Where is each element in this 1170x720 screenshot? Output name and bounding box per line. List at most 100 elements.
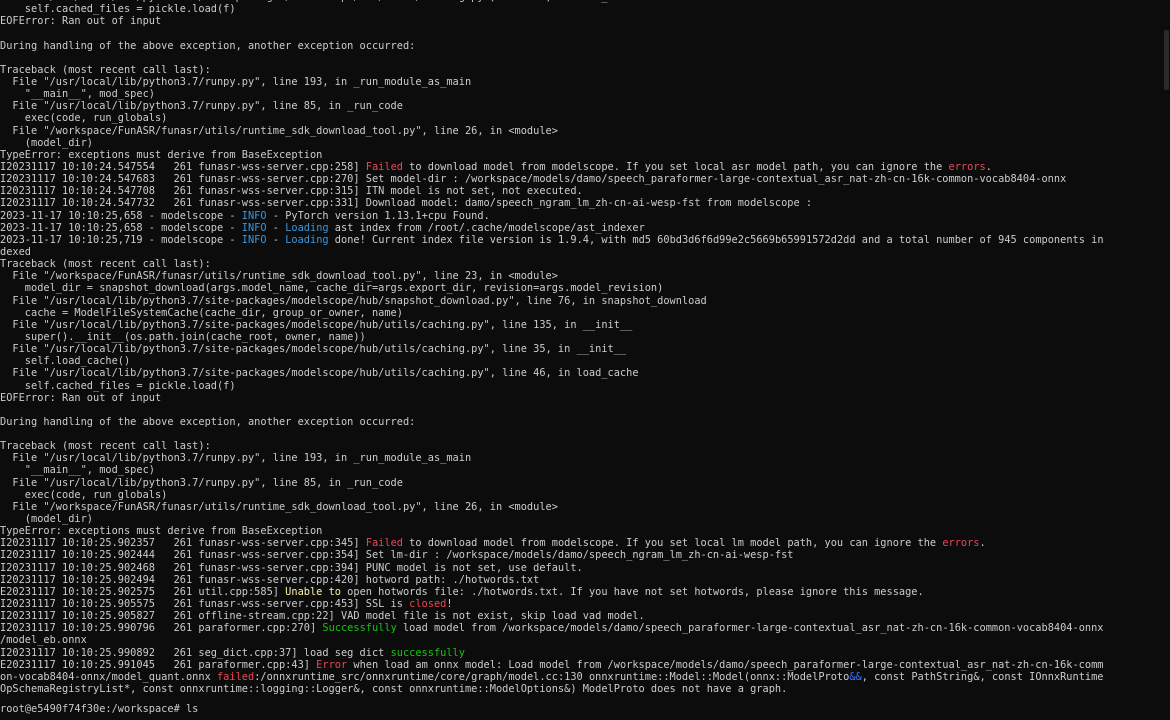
output-text: super().__init__(os.path.join(cache_root… [0,330,366,343]
output-text: I20231117 10:10:24.547683 261 funasr-wss… [0,173,1067,186]
terminal-line: 2023-11-17 10:10:25,719 - modelscope - I… [0,234,1163,246]
terminal-line: E20231117 10:10:25.991045 261 paraformer… [0,659,1163,671]
terminal-line: File "/usr/local/lib/python3.7/runpy.py"… [0,76,1163,88]
terminal-line: I20231117 10:10:25.902357 261 funasr-wss… [0,537,1163,549]
terminal-line: I20231117 10:10:25.905575 261 funasr-wss… [0,598,1163,610]
output-text: File "/usr/local/lib/python3.7/site-pack… [0,343,627,356]
terminal-line: 2023-11-17 10:10:25,658 - modelscope - I… [0,210,1163,222]
output-text: ! [446,598,453,611]
output-text: I20231117 10:10:25.902468 261 funasr-wss… [0,561,583,574]
terminal-line: dexed [0,246,1163,258]
output-text: to download model from modelscope. If yo… [402,160,949,173]
output-text: I20231117 10:10:25.902444 261 funasr-wss… [0,549,794,562]
output-text: I20231117 10:10:25.902494 261 funasr-wss… [0,573,540,586]
highlighted-text: successfully [390,646,465,659]
output-text: (model_dir) [0,513,93,526]
terminal-line: self.cached_files = pickle.load(f) [0,3,1163,15]
terminal-line: I20231117 10:10:24.547683 261 funasr-wss… [0,173,1163,185]
terminal-line: /model_eb.onnx [0,634,1163,646]
terminal-line: 2023-11-17 10:10:25,658 - modelscope - I… [0,222,1163,234]
terminal-line: Traceback (most recent call last): [0,440,1163,452]
terminal-line: I20231117 10:10:25.902494 261 funasr-wss… [0,574,1163,586]
highlighted-text: Error [316,658,348,671]
terminal-line: exec(code, run_globals) [0,489,1163,501]
terminal-line: EOFError: Ran out of input [0,15,1163,27]
terminal-line: cache = ModelFileSystemCache(cache_dir, … [0,307,1163,319]
terminal-line: I20231117 10:10:25.902468 261 funasr-wss… [0,562,1163,574]
output-text: exec(code, run_globals) [0,488,168,501]
output-text: self.cached_files = pickle.load(f) [0,3,236,16]
terminal-line: self.cached_files = pickle.load(f) [0,380,1163,392]
terminal-line: I20231117 10:10:24.547708 261 funasr-wss… [0,185,1163,197]
terminal-line: During handling of the above exception, … [0,40,1163,52]
terminal-line: File "/usr/local/lib/python3.7/runpy.py"… [0,100,1163,112]
output-text: when load am onnx model: Load model from… [347,658,1104,671]
output-text: done! Current index file version is 1.9.… [328,233,1104,246]
output-text: TypeError: exceptions must derive from B… [0,525,323,538]
highlighted-text: Failed [365,160,403,173]
output-text: During handling of the above exception, … [0,39,416,52]
output-text: File "/usr/local/lib/python3.7/runpy.py"… [0,100,403,113]
output-text: "__main__", mod_spec) [0,88,155,101]
output-text: File "/usr/local/lib/python3.7/site-pack… [0,294,707,307]
highlighted-text: INFO [241,221,267,234]
terminal-line: Traceback (most recent call last): [0,64,1163,76]
highlighted-text: Successfully [322,622,397,635]
output-text: Traceback (most recent call last): [0,440,211,453]
terminal-line: File "/workspace/FunASR/funasr/utils/run… [0,125,1163,137]
output-text: File "/workspace/FunASR/funasr/utils/run… [0,124,558,137]
terminal-line: super().__init__(os.path.join(cache_root… [0,331,1163,343]
terminal-line: TypeError: exceptions must derive from B… [0,149,1163,161]
highlighted-text: Failed [365,537,403,550]
output-text: "__main__", mod_spec) [0,464,155,477]
output-text: I20231117 10:10:25.905827 261 offline-st… [0,610,645,623]
output-text: dexed [0,245,31,258]
terminal-line: I20231117 10:10:25.902444 261 funasr-wss… [0,549,1163,561]
output-text: - [266,221,286,234]
output-text: 2023-11-17 10:10:25,658 - modelscope - [0,221,242,234]
scrollbar[interactable] [1163,0,1170,720]
terminal-line: I20231117 10:10:24.547554 261 funasr-wss… [0,161,1163,173]
terminal-line: I20231117 10:10:25.905827 261 offline-st… [0,610,1163,622]
highlighted-text: && [849,670,862,683]
terminal-line: self.load_cache() [0,355,1163,367]
highlighted-text: Unable to [285,585,341,598]
output-text: I20231117 10:10:25.990796 261 paraformer… [0,622,323,635]
output-text: EOFError: Ran out of input [0,391,162,404]
terminal-line: on-vocab8404-onnx/model_quant.onnx faile… [0,671,1163,683]
terminal-line: I20231117 10:10:25.990892 261 seg_dict.c… [0,647,1163,659]
output-text: During handling of the above exception, … [0,415,416,428]
output-text: exec(code, run_globals) [0,112,168,125]
terminal-line: File "/workspace/FunASR/funasr/utils/run… [0,501,1163,513]
terminal-line: File "/workspace/FunASR/funasr/utils/run… [0,270,1163,282]
output-text: - PyTorch version 1.13.1+cpu Found. [266,209,490,222]
highlighted-text: errors [948,160,986,173]
terminal-line: "__main__", mod_spec) [0,88,1163,100]
output-text: File "/usr/local/lib/python3.7/runpy.py"… [0,75,472,88]
terminal-output: File "/usr/local/lib/python3.7/site-pack… [0,0,1163,695]
terminal-window[interactable]: File "/usr/local/lib/python3.7/site-pack… [0,0,1170,720]
output-text: :/onnxruntime_src/onnxruntime/core/graph… [254,670,850,683]
output-text: File "/usr/local/lib/python3.7/site-pack… [0,367,639,380]
command-input[interactable]: ls [186,703,198,715]
output-text: to download model from modelscope. If yo… [402,537,943,550]
prompt: root@e5490f74f30e:/workspace# [0,702,186,715]
terminal-line: OpSchemaRegistryList*, const onnxruntime… [0,683,1163,695]
output-text: OpSchemaRegistryList*, const onnxruntime… [0,683,788,696]
terminal-line: (model_dir) [0,137,1163,149]
terminal-line: File "/usr/local/lib/python3.7/site-pack… [0,295,1163,307]
output-text: 2023-11-17 10:10:25,658 - modelscope - [0,209,242,222]
terminal-line: File "/usr/local/lib/python3.7/runpy.py"… [0,452,1163,464]
terminal-line: (model_dir) [0,513,1163,525]
output-text: - [266,233,286,246]
output-text: EOFError: Ran out of input [0,15,162,28]
output-text: self.cached_files = pickle.load(f) [0,379,236,392]
output-text: /model_eb.onnx [0,634,87,647]
command-prompt-line[interactable]: root@e5490f74f30e:/workspace# ls [0,703,198,715]
scrollbar-thumb[interactable] [1164,30,1169,90]
output-text: Traceback (most recent call last): [0,258,211,271]
terminal-line: model_dir = snapshot_download(args.model… [0,282,1163,294]
